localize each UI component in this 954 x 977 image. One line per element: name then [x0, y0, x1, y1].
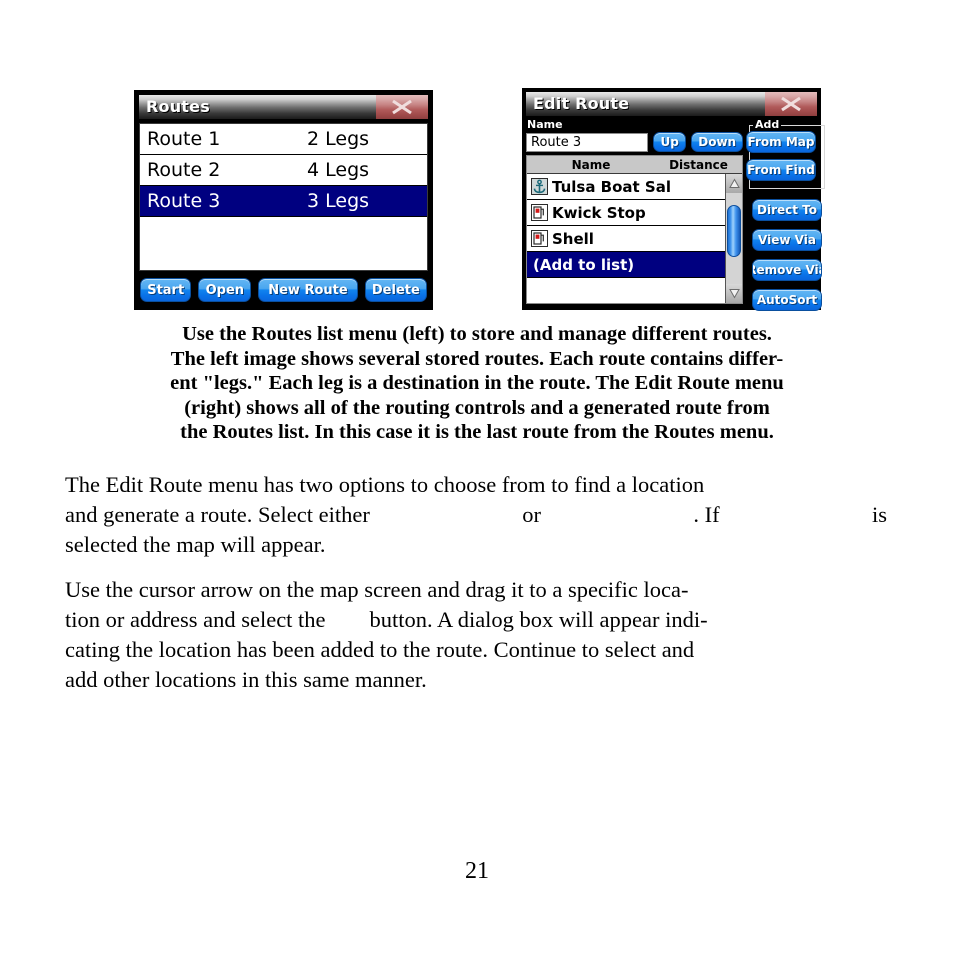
- paragraph-text: tion or address and select the: [65, 607, 326, 632]
- anchor-icon: [529, 178, 549, 195]
- scrollbar-thumb[interactable]: [727, 205, 741, 257]
- paragraph-line-with-gaps: and generate a route. Select either or .…: [65, 500, 887, 530]
- table-row-empty: [140, 217, 427, 248]
- routes-listbox[interactable]: Route 1 2 Legs Route 2 4 Legs Route 3 3 …: [139, 123, 428, 271]
- scroll-down-button[interactable]: [726, 284, 742, 303]
- paragraph-line: selected the map will appear.: [65, 532, 326, 557]
- paragraph-text: button. A dialog box will appear indi-: [369, 607, 708, 632]
- delete-button[interactable]: Delete: [364, 278, 428, 302]
- scrollbar-track[interactable]: [726, 193, 742, 284]
- list-item[interactable]: Shell: [527, 226, 725, 252]
- edit-route-titlebar: Edit Route: [526, 92, 817, 116]
- move-up-button[interactable]: Up: [653, 132, 687, 152]
- paragraph-line: cating the location has been added to th…: [65, 637, 695, 662]
- waypoint-rows: Tulsa Boat Sal Kwick Stop Shell (Add to …: [527, 174, 725, 303]
- paragraph-line: Use the cursor arrow on the map screen a…: [65, 577, 689, 602]
- routes-close-button[interactable]: [376, 95, 428, 119]
- caption-line: ent "legs." Each leg is a destination in…: [170, 372, 784, 394]
- from-find-button[interactable]: From Find: [746, 159, 816, 181]
- page-number: 21: [465, 858, 489, 884]
- list-item[interactable]: Tulsa Boat Sal: [527, 174, 725, 200]
- edit-route-right-column: Add From Map From Find Direct To View Vi…: [743, 118, 825, 311]
- route-legs: 2 Legs: [307, 128, 370, 150]
- waypoint-name: Tulsa Boat Sal: [552, 177, 671, 196]
- route-name: Route 1: [147, 128, 221, 150]
- waypoint-name: Kwick Stop: [552, 203, 646, 222]
- scroll-up-button[interactable]: [726, 174, 742, 193]
- paragraph-line-with-gaps: tion or address and select the button. A …: [65, 605, 887, 635]
- column-header-name: Name: [571, 157, 611, 172]
- paragraph-text: and generate a route. Select either: [65, 502, 370, 527]
- move-down-button[interactable]: Down: [691, 132, 743, 152]
- waypoint-list[interactable]: Name Distance Tulsa Boat Sal Kwick Stop …: [526, 155, 743, 304]
- triangle-down-icon: [728, 289, 740, 299]
- gas-pump-icon: [529, 230, 549, 247]
- add-to-list-label: (Add to list): [533, 255, 635, 274]
- routes-dialog-title: Routes: [146, 97, 210, 116]
- edit-route-left-column: Name Route 3 Up Down Name Distance Tulsa…: [526, 119, 743, 309]
- paragraph-line: add other locations in this same manner.: [65, 667, 427, 692]
- caption-line: Use the Routes list menu (left) to store…: [182, 323, 772, 345]
- routes-button-bar: Start Open New Route Delete: [139, 278, 428, 302]
- table-row[interactable]: Route 2 4 Legs: [140, 155, 427, 186]
- add-group-legend: Add: [753, 118, 782, 131]
- caption-line: the Routes list. In this case it is the …: [180, 421, 774, 443]
- edit-route-body: Name Route 3 Up Down Name Distance Tulsa…: [526, 118, 825, 311]
- route-name: Route 2: [147, 159, 221, 181]
- body-paragraph-2: Use the cursor arrow on the map screen a…: [65, 575, 887, 695]
- paragraph-text: . If: [693, 502, 720, 527]
- caption-line: (right) shows all of the routing control…: [184, 396, 770, 419]
- routes-titlebar: Routes: [139, 95, 428, 119]
- table-row-selected[interactable]: Route 3 3 Legs: [140, 186, 427, 217]
- waypoint-name: Shell: [552, 229, 594, 248]
- start-button[interactable]: Start: [140, 278, 192, 302]
- open-button[interactable]: Open: [198, 278, 252, 302]
- paragraph-line: The Edit Route menu has two options to c…: [65, 472, 705, 497]
- paragraph-text: is: [871, 502, 887, 527]
- table-row-empty: [140, 248, 427, 270]
- new-route-button[interactable]: New Route: [258, 278, 358, 302]
- caption-line: The left image shows several stored rout…: [170, 347, 784, 370]
- waypoint-list-scrollbar[interactable]: [725, 174, 742, 303]
- gas-pump-icon: [529, 204, 549, 221]
- waypoint-list-header: Name Distance: [527, 156, 742, 174]
- list-item-add-to-list[interactable]: (Add to list): [527, 252, 725, 278]
- autosort-button[interactable]: AutoSort: [752, 289, 822, 311]
- paragraph-text: or: [522, 502, 541, 527]
- remove-via-button[interactable]: Remove Via: [752, 259, 822, 281]
- from-map-button[interactable]: From Map: [746, 131, 816, 153]
- figure-caption: Use the Routes list menu (left) to store…: [62, 322, 892, 445]
- close-x-icon: [392, 99, 412, 115]
- name-field-label: Name: [527, 118, 563, 131]
- body-paragraph-1: The Edit Route menu has two options to c…: [65, 470, 887, 560]
- edit-route-dialog: Edit Route Name Route 3 Up Down Name Dis…: [522, 88, 825, 311]
- edit-route-close-button[interactable]: [765, 92, 817, 116]
- list-item-empty: [527, 278, 725, 303]
- view-via-button[interactable]: View Via: [752, 229, 822, 251]
- triangle-up-icon: [728, 178, 740, 188]
- route-name-input[interactable]: Route 3: [526, 132, 648, 152]
- edit-route-dialog-title: Edit Route: [533, 94, 630, 113]
- direct-to-button[interactable]: Direct To: [752, 199, 822, 221]
- close-x-icon: [781, 96, 801, 112]
- table-row[interactable]: Route 1 2 Legs: [140, 124, 427, 155]
- list-item[interactable]: Kwick Stop: [527, 200, 725, 226]
- waypoint-list-inner: Tulsa Boat Sal Kwick Stop Shell (Add to …: [527, 174, 742, 303]
- route-legs: 3 Legs: [307, 190, 370, 212]
- routes-dialog: Routes Route 1 2 Legs Route 2 4 Legs Rou…: [134, 90, 433, 310]
- name-and-move-row: Route 3 Up Down: [526, 132, 743, 152]
- route-legs: 4 Legs: [307, 159, 370, 181]
- column-header-distance: Distance: [669, 157, 728, 172]
- route-name: Route 3: [147, 190, 221, 212]
